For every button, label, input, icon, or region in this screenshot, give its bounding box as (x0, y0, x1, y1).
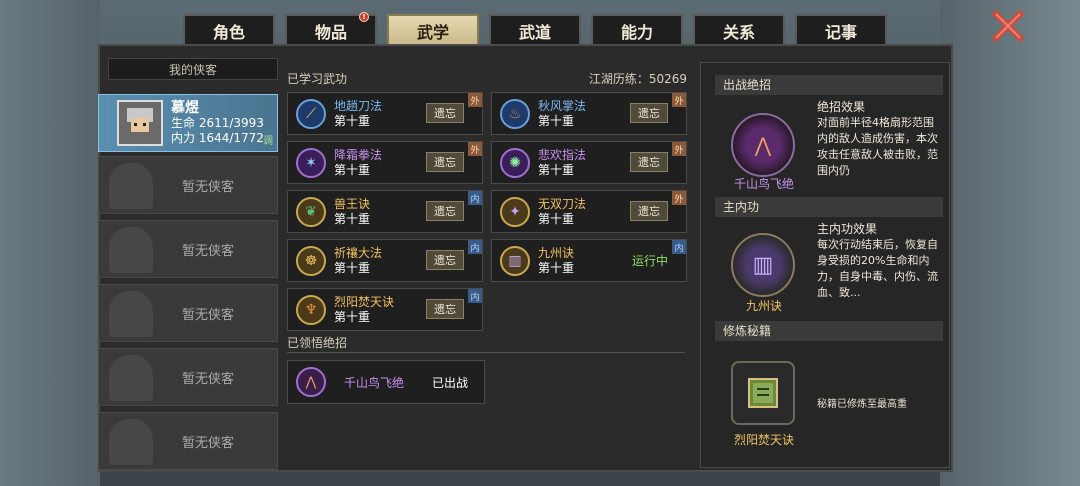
background-right (940, 0, 1080, 486)
type-badge: 外 (672, 93, 686, 107)
silhouette-icon (109, 227, 153, 273)
hero-slot-active[interactable]: 慕煜 生命 2611/3993 内力 1644/1772 调 (98, 94, 278, 152)
tab-relations[interactable]: 关系 (693, 14, 785, 46)
mountain-bird-icon: ⋀ (296, 367, 326, 397)
skill-card[interactable]: ❦ 兽王诀 第十重 遗忘 内 (287, 190, 483, 233)
secret-book-name: 烈阳焚天诀 (733, 433, 794, 447)
skill-card[interactable]: ♨ 秋风掌法 第十重 遗忘 外 (491, 92, 687, 135)
forget-button[interactable]: 遗忘 (426, 250, 464, 270)
battle-ultimate-medallion[interactable]: ⋀ (731, 113, 795, 177)
silhouette-icon (109, 419, 153, 465)
type-badge: 外 (468, 142, 482, 156)
silhouette-icon (109, 355, 153, 401)
skill-grid: ⟋ 地趟刀法 第十重 遗忘 外 ♨ 秋风掌法 第十重 遗忘 外 ✶ 降霜拳法 第十重 … (287, 92, 687, 331)
hero-slot-empty[interactable]: 暂无侠客 (98, 412, 278, 470)
forget-button[interactable]: 遗忘 (426, 103, 464, 123)
background-left (0, 0, 100, 486)
notification-badge: ! (359, 12, 369, 22)
skill-card[interactable]: ♆ 烈阳焚天诀 第十重 遗忘 内 (287, 288, 483, 331)
learned-label: 已学习武功 (287, 72, 348, 86)
close-button[interactable] (990, 8, 1026, 44)
inner-skill-header: 主内功 (715, 197, 943, 217)
hero-name: 慕煜 (171, 99, 199, 116)
hero-slot-empty[interactable]: 暂无侠客 (98, 220, 278, 278)
sun-icon: ♆ (296, 294, 326, 325)
hero-list-title: 我的侠客 (108, 58, 278, 80)
skill-card[interactable]: ✺ 悲欢指法 第十重 遗忘 外 (491, 141, 687, 184)
type-badge: 内 (672, 240, 686, 254)
type-badge: 内 (468, 240, 482, 254)
pillar-icon: ▥ (752, 252, 774, 278)
skill-card[interactable]: ▥ 九州诀 第十重 运行中 内 (491, 239, 687, 282)
detail-panel: 出战绝招 ⋀ 千山鸟飞绝 绝招效果 对面前半径4格扇形范围内的敌人造成伤害，本次… (700, 62, 950, 468)
secret-book-medallion[interactable] (731, 361, 795, 425)
hero-slot-empty[interactable]: 暂无侠客 (98, 156, 278, 214)
jianghu-experience: 江湖历练：50269 (588, 72, 687, 86)
forget-button[interactable]: 遗忘 (630, 152, 668, 172)
silhouette-icon (109, 291, 153, 337)
hero-hp: 生命 2611/3993 (171, 115, 264, 130)
skill-card[interactable]: ☸ 祈禳大法 第十重 遗忘 内 (287, 239, 483, 282)
type-badge: 内 (468, 289, 482, 303)
tab-journal[interactable]: 记事 (795, 14, 887, 46)
divider (287, 352, 685, 353)
tab-items[interactable]: 物品! (285, 12, 377, 46)
type-badge: 内 (468, 191, 482, 205)
type-badge: 外 (672, 142, 686, 156)
secret-book-header: 修炼秘籍 (715, 321, 943, 341)
avatar (117, 100, 163, 146)
mountain-bird-icon: ⋀ (754, 133, 772, 157)
forget-button[interactable]: 遗忘 (426, 299, 464, 319)
beast-icon: ❦ (296, 196, 326, 227)
sword-icon: ✦ (500, 196, 530, 227)
tab-wudao[interactable]: 武道 (489, 14, 581, 46)
tab-role[interactable]: 角色 (183, 14, 275, 46)
type-badge: 外 (672, 191, 686, 205)
ultimate-name: 千山鸟飞绝 (344, 375, 405, 390)
ultimate-card[interactable]: ⋀ 千山鸟飞绝 已出战 (287, 360, 485, 404)
tab-martial-arts[interactable]: 武学 (387, 14, 479, 46)
pray-icon: ☸ (296, 245, 326, 276)
inner-skill-name: 九州诀 (745, 299, 782, 313)
hero-info: 慕煜 生命 2611/3993 内力 1644/1772 (171, 99, 264, 146)
battle-ultimate-header: 出战绝招 (715, 75, 943, 95)
tab-ability[interactable]: 能力 (591, 14, 683, 46)
palm-icon: ♨ (500, 98, 530, 129)
finger-icon: ✺ (500, 147, 530, 178)
skill-card[interactable]: ✶ 降霜拳法 第十重 遗忘 外 (287, 141, 483, 184)
close-icon (991, 9, 1025, 43)
forget-button[interactable]: 遗忘 (630, 103, 668, 123)
ultimate-status: 已出战 (432, 375, 469, 390)
hero-portrait-icon (127, 108, 153, 142)
blade-icon: ⟋ (296, 98, 326, 129)
hero-mp: 内力 1644/1772 (171, 130, 264, 145)
silhouette-icon (109, 163, 153, 209)
battle-ultimate-name: 千山鸟飞绝 (733, 177, 794, 191)
forget-button[interactable]: 遗忘 (426, 201, 464, 221)
skill-card[interactable]: ✦ 无双刀法 第十重 遗忘 外 (491, 190, 687, 233)
skill-card[interactable]: ⟋ 地趟刀法 第十重 遗忘 外 (287, 92, 483, 135)
inner-skill-desc: 主内功效果 每次行动结束后，恢复自身受损的20%生命和内力，自身中毒、内伤、流血… (817, 222, 938, 299)
forget-button[interactable]: 遗忘 (426, 152, 464, 172)
inner-skill-medallion[interactable]: ▥ (731, 233, 795, 297)
battle-ultimate-desc: 绝招效果 对面前半径4格扇形范围内的敌人造成伤害，本次攻击任意敌人被击败，范围内… (817, 100, 938, 177)
type-badge: 外 (468, 93, 482, 107)
book-icon (748, 378, 778, 408)
ultimate-label: 已领悟绝招 (287, 336, 348, 350)
hero-slot-empty[interactable]: 暂无侠客 (98, 284, 278, 342)
fist-icon: ✶ (296, 147, 326, 178)
hero-slot-empty[interactable]: 暂无侠客 (98, 348, 278, 406)
pillar-icon: ▥ (500, 245, 530, 276)
hero-tag: 调 (263, 136, 273, 147)
running-status: 运行中 (631, 254, 668, 268)
tab-bar: 角色 物品! 武学 武道 能力 关系 记事 (183, 12, 887, 46)
skills-panel: 已学习武功 江湖历练：50269 ⟋ 地趟刀法 第十重 遗忘 外 ♨ 秋风掌法 第十… (283, 62, 693, 466)
forget-button[interactable]: 遗忘 (630, 201, 668, 221)
secret-book-note: 秘籍已修炼至最高重 (817, 399, 907, 410)
